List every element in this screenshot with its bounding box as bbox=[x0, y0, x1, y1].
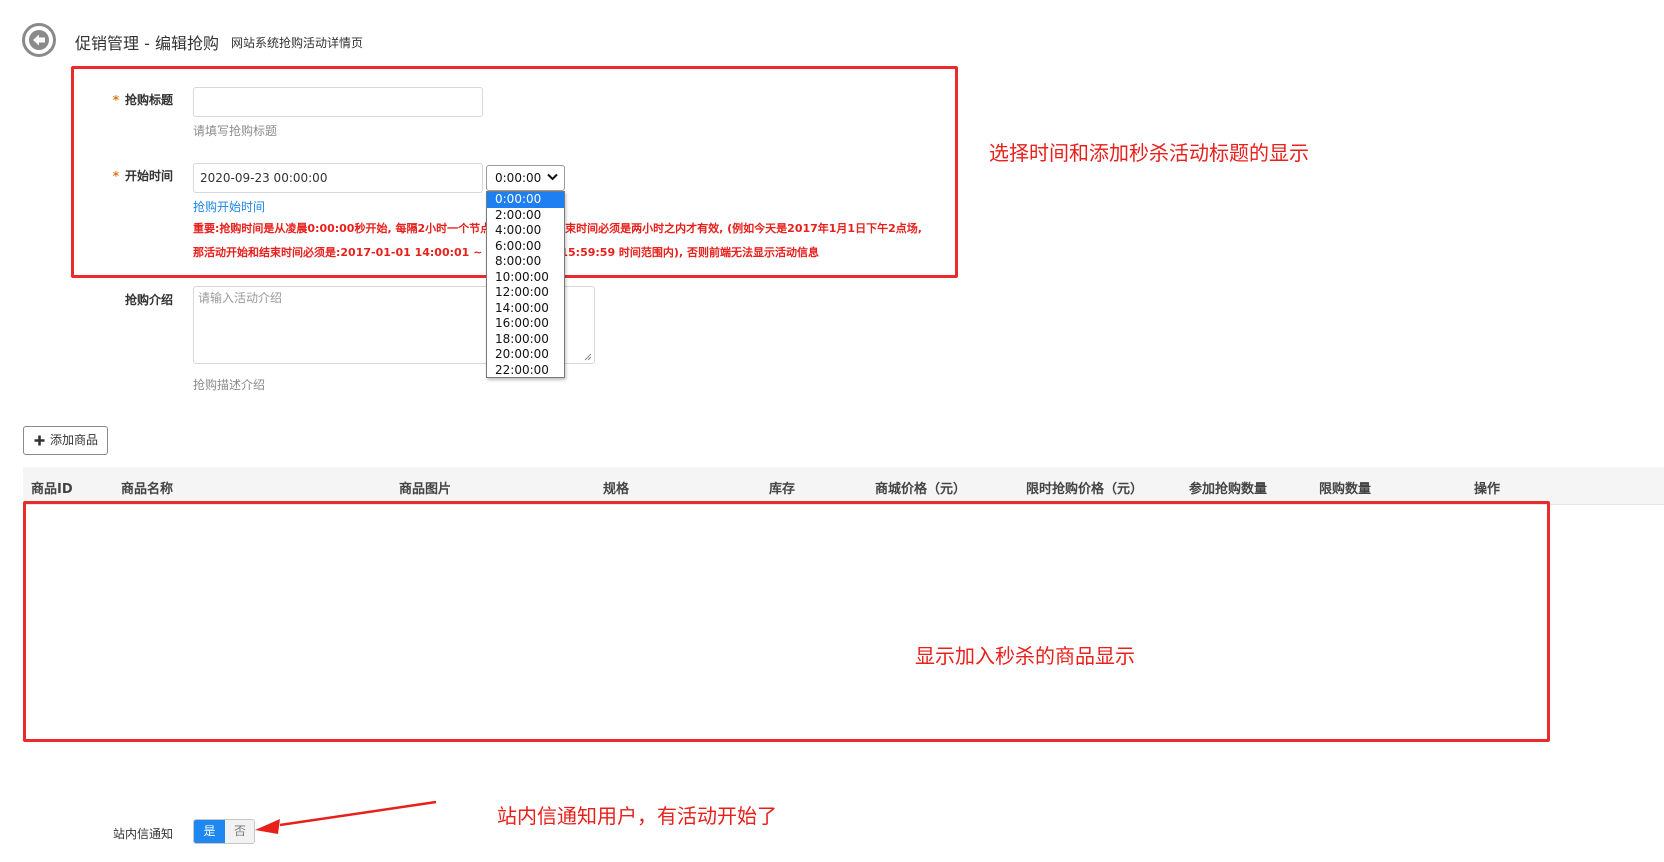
intro-placeholder: 请输入活动介绍 bbox=[198, 291, 283, 305]
time-slot-option[interactable]: 22:00:00 bbox=[487, 363, 564, 379]
annotation-note-notify: 站内信通知用户，有活动开始了 bbox=[497, 804, 777, 828]
time-slot-option[interactable]: 8:00:00 bbox=[487, 254, 564, 270]
goods-table-header: 商品ID 商品名称 商品图片 规格 库存 商城价格（元） 限时抢购价格（元） 参… bbox=[23, 467, 1664, 505]
column-header: 商品名称 bbox=[121, 482, 174, 497]
intro-label: 抢购介绍 bbox=[124, 293, 173, 307]
column-header: 库存 bbox=[769, 482, 796, 497]
page-subtitle: 网站系统抢购活动详情页 bbox=[231, 36, 364, 50]
column-header: 操作 bbox=[1474, 482, 1501, 497]
notify-toggle[interactable]: 是 否 bbox=[193, 819, 255, 844]
time-slot-option[interactable]: 4:00:00 bbox=[487, 223, 564, 239]
column-header: 限时抢购价格（元） bbox=[1026, 482, 1144, 497]
back-button[interactable] bbox=[22, 23, 56, 57]
add-goods-label: 添加商品 bbox=[50, 433, 99, 447]
column-header: 限购数量 bbox=[1319, 482, 1372, 497]
column-header: 商城价格（元） bbox=[875, 482, 967, 497]
time-slot-option[interactable]: 20:00:00 bbox=[487, 347, 564, 363]
plus-icon bbox=[34, 435, 45, 446]
annotation-note-time-title: 选择时间和添加秒杀活动标题的显示 bbox=[989, 141, 1309, 165]
time-slot-option[interactable]: 16:00:00 bbox=[487, 316, 564, 332]
time-slot-option[interactable]: 14:00:00 bbox=[487, 301, 564, 317]
notify-label: 站内信通知 bbox=[112, 827, 173, 841]
red-arrow-icon bbox=[255, 800, 437, 834]
page-title: 促销管理 - 编辑抢购 bbox=[75, 34, 219, 53]
column-header: 参加抢购数量 bbox=[1189, 482, 1268, 497]
back-arrow-icon bbox=[29, 30, 49, 50]
time-slot-option[interactable]: 2:00:00 bbox=[487, 208, 564, 224]
column-header: 商品ID bbox=[31, 482, 73, 497]
notify-yes-option[interactable]: 是 bbox=[194, 820, 225, 843]
time-slot-option[interactable]: 0:00:00 bbox=[487, 192, 564, 208]
intro-help: 抢购描述介绍 bbox=[193, 378, 266, 392]
time-slot-option[interactable]: 12:00:00 bbox=[487, 285, 564, 301]
annotation-box-goods bbox=[23, 501, 1550, 742]
time-slot-option[interactable]: 6:00:00 bbox=[487, 239, 564, 255]
time-slot-option[interactable]: 10:00:00 bbox=[487, 270, 564, 286]
add-goods-button[interactable]: 添加商品 bbox=[23, 426, 108, 455]
annotation-note-goods: 显示加入秒杀的商品显示 bbox=[915, 644, 1135, 668]
time-slot-option[interactable]: 18:00:00 bbox=[487, 332, 564, 348]
column-header: 商品图片 bbox=[399, 482, 452, 497]
column-header: 规格 bbox=[603, 482, 630, 497]
time-slot-dropdown: 0:00:00 2:00:00 4:00:00 6:00:00 8:00:00 … bbox=[486, 191, 565, 378]
resize-grip-icon[interactable] bbox=[583, 352, 592, 361]
